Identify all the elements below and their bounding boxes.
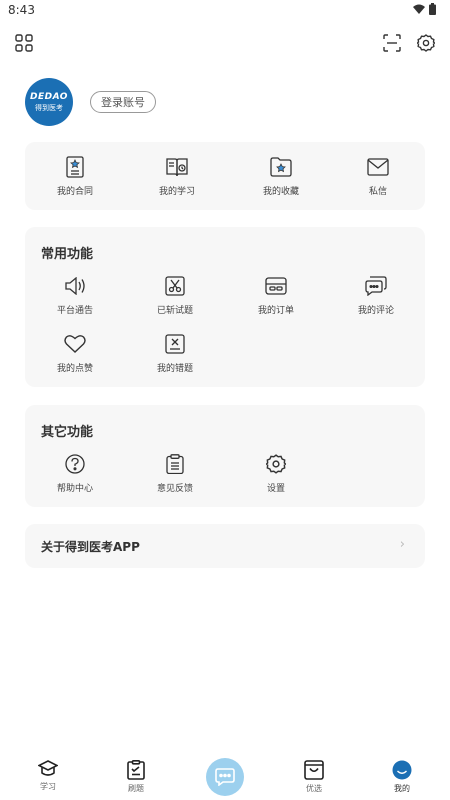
function-item-settings[interactable]: 设置 bbox=[236, 453, 316, 494]
favorite-folder-icon bbox=[270, 156, 292, 178]
status-icons bbox=[413, 3, 436, 15]
contract-icon bbox=[64, 156, 86, 178]
function-item-announcement[interactable]: 平台通告 bbox=[35, 275, 115, 316]
nav-label: 刷题 bbox=[128, 784, 144, 793]
quiz-clipboard-icon bbox=[127, 760, 145, 780]
function-item-cut-questions[interactable]: 已斩试题 bbox=[135, 275, 215, 316]
profile-section: DEDAO 得到医考 登录账号 bbox=[25, 78, 156, 126]
about-label: 关于得到医考APP bbox=[41, 540, 140, 554]
menu-item-label: 私信 bbox=[368, 187, 387, 197]
nav-label: 学习 bbox=[40, 782, 56, 791]
scissors-icon bbox=[164, 275, 186, 297]
graduation-cap-icon bbox=[38, 760, 58, 776]
wifi-icon bbox=[413, 4, 425, 14]
chevron-right-icon: › bbox=[399, 537, 405, 552]
function-item-label: 设置 bbox=[266, 484, 285, 494]
nav-label: 我的 bbox=[394, 784, 410, 793]
speaker-icon bbox=[64, 275, 86, 297]
nav-item-mine[interactable]: 我的 bbox=[372, 760, 432, 794]
avatar[interactable]: DEDAO 得到医考 bbox=[25, 78, 73, 126]
function-item-label: 我的评论 bbox=[357, 306, 394, 316]
function-item-label: 已斩试题 bbox=[156, 306, 193, 316]
status-time: 8:43 bbox=[8, 3, 35, 17]
function-item-label: 我的点赞 bbox=[56, 364, 93, 374]
function-item-wrong-questions[interactable]: 我的错题 bbox=[135, 333, 215, 374]
settings-gear-icon bbox=[265, 453, 287, 475]
wrong-question-icon bbox=[164, 333, 186, 355]
function-item-comments[interactable]: 我的评论 bbox=[336, 275, 416, 316]
chat-fab-button[interactable] bbox=[206, 758, 244, 796]
menu-item-study[interactable]: 我的学习 bbox=[137, 156, 217, 197]
avatar-brand: 得到医考 bbox=[35, 103, 63, 112]
scan-icon[interactable] bbox=[381, 32, 403, 54]
mail-icon bbox=[367, 156, 389, 178]
profile-avatar-icon bbox=[392, 760, 412, 780]
chat-bubble-icon bbox=[215, 768, 235, 786]
quick-menu-card: 我的合同 我的学习 我的收藏 私信 bbox=[25, 142, 425, 210]
nav-item-study[interactable]: 学习 bbox=[18, 760, 78, 792]
avatar-logo: DEDAO bbox=[30, 91, 68, 102]
top-bar bbox=[0, 32, 450, 56]
menu-item-label: 我的收藏 bbox=[262, 187, 299, 197]
function-item-label: 帮助中心 bbox=[56, 484, 93, 494]
battery-icon bbox=[429, 3, 436, 15]
bottom-nav: 学习 刷题 优选 我的 bbox=[0, 752, 450, 800]
comment-icon bbox=[365, 275, 387, 297]
study-book-icon bbox=[166, 156, 188, 178]
function-item-help[interactable]: 帮助中心 bbox=[35, 453, 115, 494]
function-item-label: 平台通告 bbox=[56, 306, 93, 316]
section-title: 常用功能 bbox=[41, 247, 94, 262]
function-item-feedback[interactable]: 意见反馈 bbox=[135, 453, 215, 494]
function-item-orders[interactable]: 我的订单 bbox=[236, 275, 316, 316]
login-button[interactable]: 登录账号 bbox=[90, 91, 156, 113]
shopping-bag-icon bbox=[304, 760, 324, 780]
function-item-label: 我的订单 bbox=[257, 306, 294, 316]
nav-label: 优选 bbox=[306, 784, 322, 793]
heart-icon bbox=[64, 333, 86, 355]
menu-item-favorite[interactable]: 我的收藏 bbox=[241, 156, 321, 197]
status-bar: 8:43 bbox=[0, 0, 450, 22]
nav-item-practice[interactable]: 刷题 bbox=[106, 760, 166, 794]
settings-icon[interactable] bbox=[415, 32, 437, 54]
menu-item-message[interactable]: 私信 bbox=[338, 156, 418, 197]
section-title: 其它功能 bbox=[41, 425, 94, 440]
menu-item-label: 我的学习 bbox=[158, 187, 195, 197]
help-icon bbox=[64, 453, 86, 475]
other-functions-card: 其它功能 帮助中心 意见反馈 设置 bbox=[25, 405, 425, 507]
about-app-row[interactable]: 关于得到医考APP › bbox=[25, 524, 425, 568]
function-item-label: 意见反馈 bbox=[156, 484, 193, 494]
nav-item-selection[interactable]: 优选 bbox=[284, 760, 344, 794]
feedback-clipboard-icon bbox=[164, 453, 186, 475]
function-item-label: 我的错题 bbox=[156, 364, 193, 374]
common-functions-card: 常用功能 平台通告 已斩试题 我的订单 我的评论 我的点赞 我的错题 bbox=[25, 227, 425, 387]
menu-item-label: 我的合同 bbox=[56, 187, 93, 197]
order-card-icon bbox=[265, 275, 287, 297]
menu-item-contract[interactable]: 我的合同 bbox=[35, 156, 115, 197]
function-item-likes[interactable]: 我的点赞 bbox=[35, 333, 115, 374]
grid-menu-icon[interactable] bbox=[13, 32, 35, 54]
